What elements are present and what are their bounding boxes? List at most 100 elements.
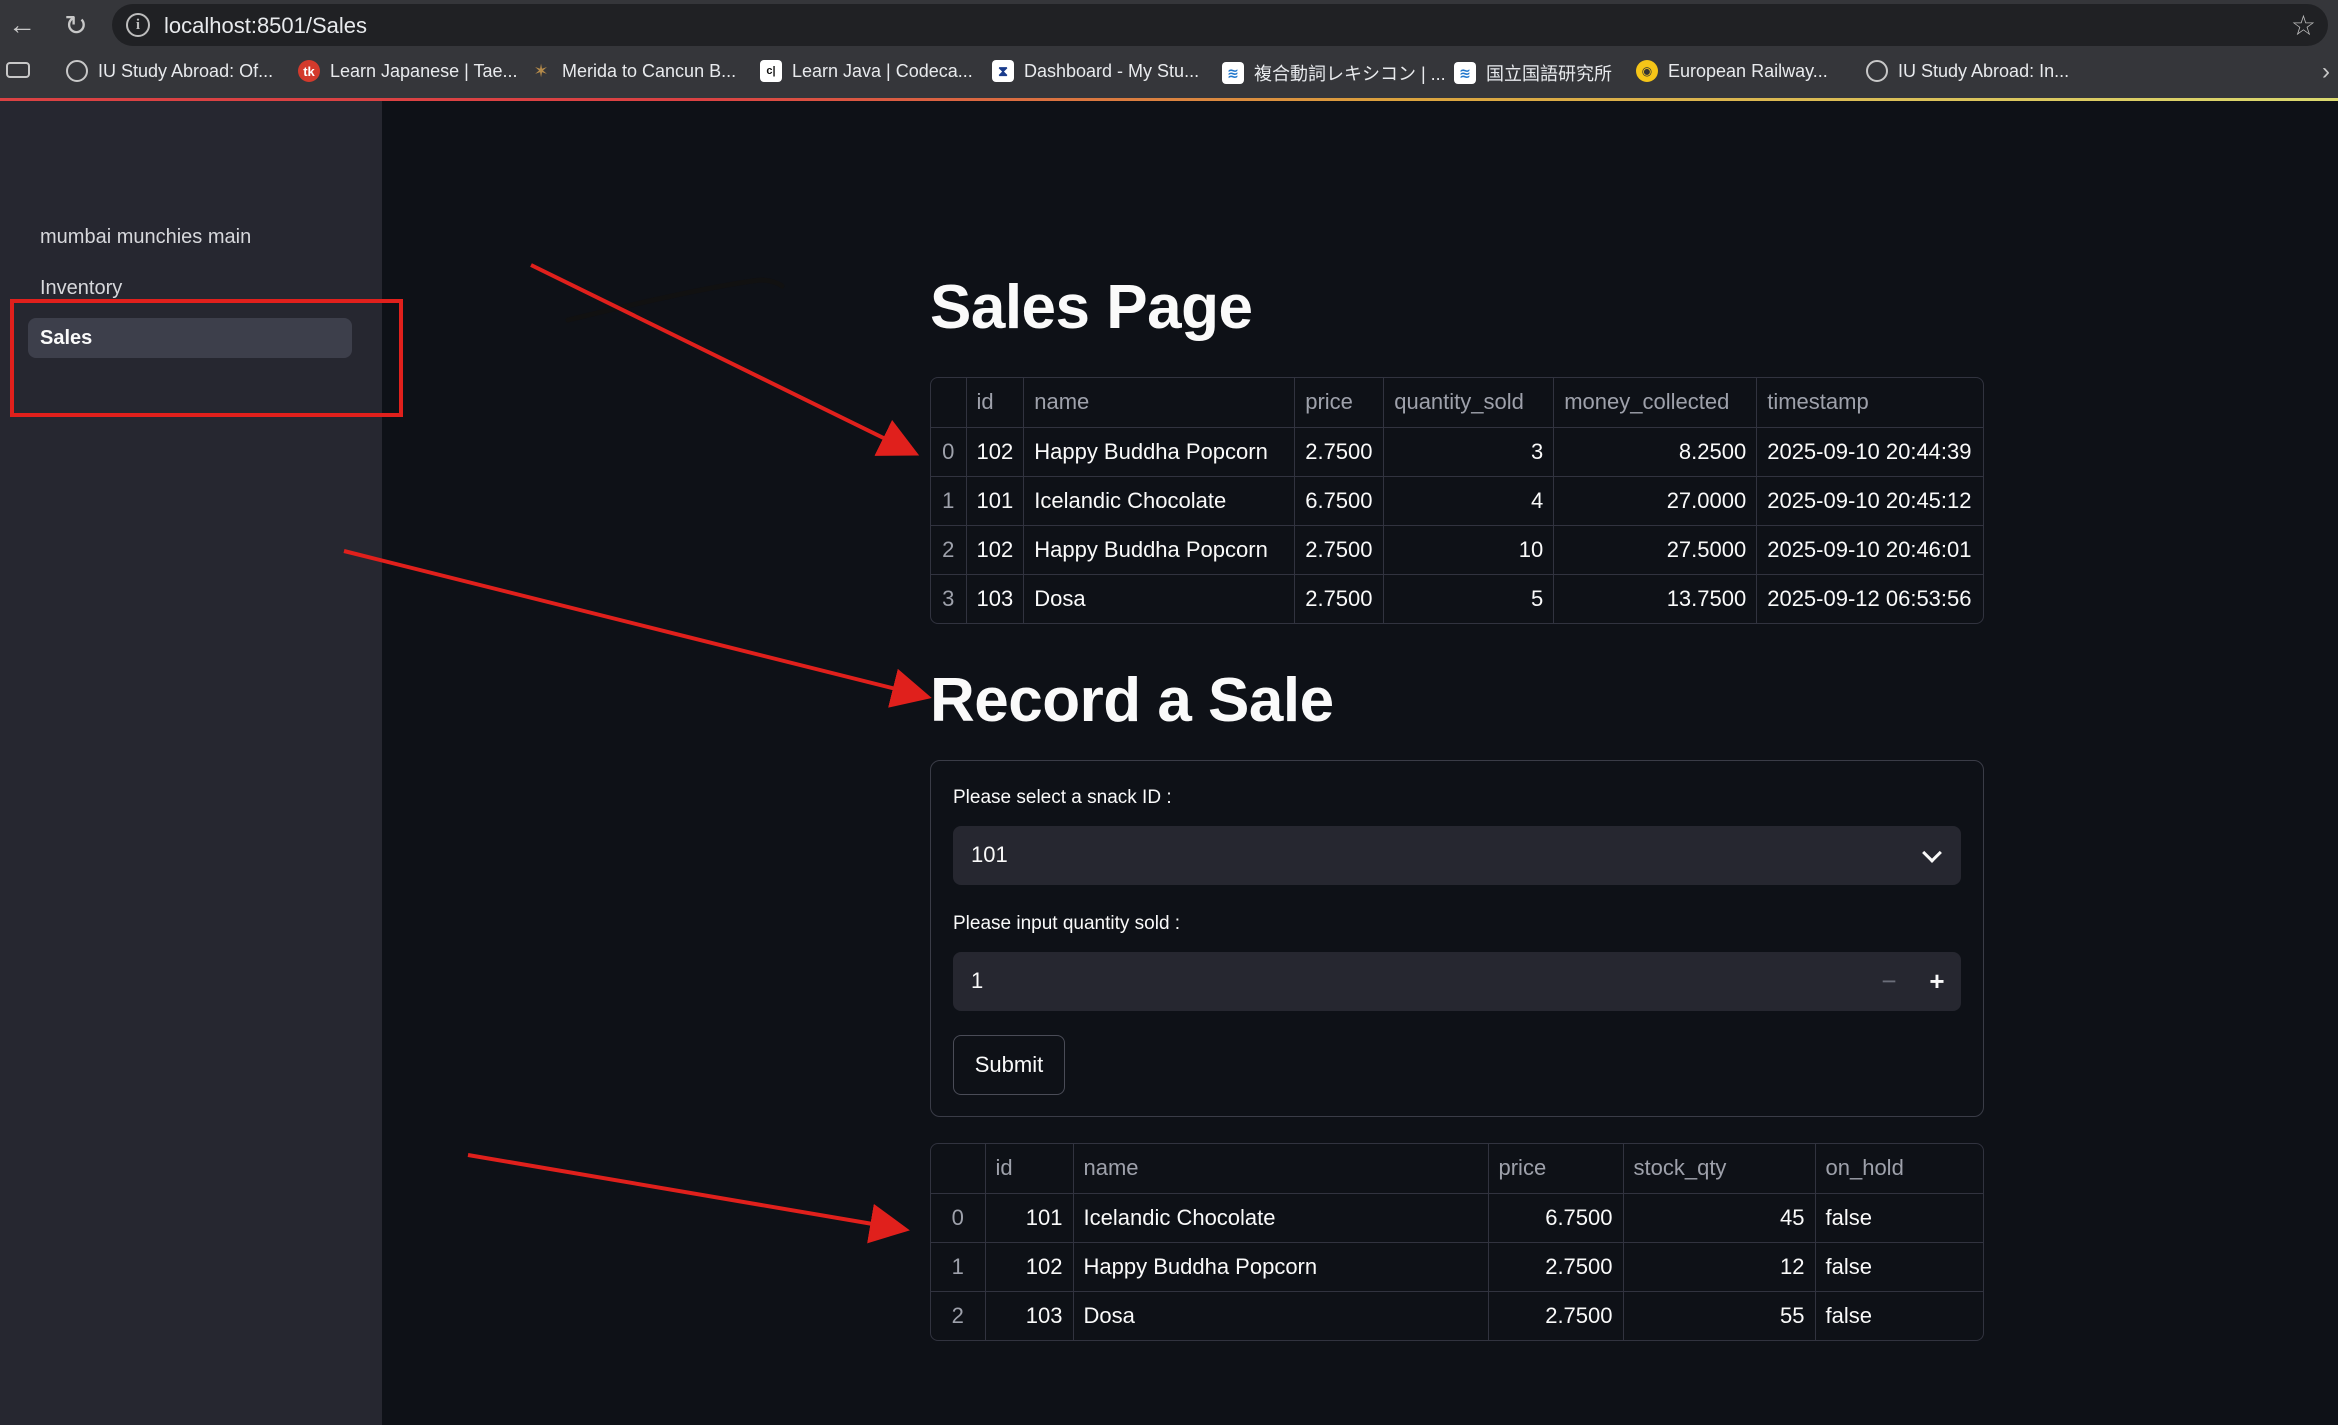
bookmark-item[interactable]: ≋ 国立国語研究所 bbox=[1454, 60, 1612, 86]
record-sale-form: Please select a snack ID : 101 Please in… bbox=[930, 760, 1984, 1117]
sidebar-item-main[interactable]: mumbai munchies main bbox=[28, 217, 352, 257]
table-cell[interactable]: 27.5000 bbox=[1553, 525, 1758, 575]
column-header bbox=[931, 1144, 986, 1194]
row-index: 2 bbox=[931, 1291, 986, 1340]
table-cell[interactable]: 2025-09-10 20:45:12 bbox=[1756, 476, 1983, 526]
row-index: 1 bbox=[931, 1242, 986, 1292]
row-index: 0 bbox=[931, 1193, 986, 1243]
bookmark-star-icon[interactable]: ☆ bbox=[2291, 9, 2316, 42]
table-cell[interactable]: 102 bbox=[966, 525, 1025, 575]
bookmark-item[interactable]: ⧗ Dashboard - My Stu... bbox=[992, 60, 1199, 82]
bookmark-item[interactable]: IU Study Abroad: Of... bbox=[66, 60, 273, 82]
column-header[interactable]: price bbox=[1294, 378, 1385, 428]
column-header[interactable]: name bbox=[1023, 378, 1296, 428]
bookmark-item[interactable]: ✶ Merida to Cancun B... bbox=[530, 60, 736, 82]
column-header[interactable]: stock_qty bbox=[1623, 1144, 1816, 1194]
table-cell[interactable]: Happy Buddha Popcorn bbox=[1073, 1242, 1489, 1292]
apps-icon[interactable] bbox=[6, 62, 30, 78]
table-cell[interactable]: 5 bbox=[1383, 574, 1555, 623]
site-info-icon[interactable]: i bbox=[126, 13, 150, 37]
table-cell[interactable]: 6.7500 bbox=[1294, 476, 1385, 526]
table-cell[interactable]: 6.7500 bbox=[1488, 1193, 1624, 1243]
url-text[interactable]: localhost:8501/Sales bbox=[164, 13, 367, 39]
browser-toolbar: ← ↻ i localhost:8501/Sales ☆ bbox=[0, 0, 2338, 50]
table-header-row: id name price quantity_sold money_collec… bbox=[931, 378, 1983, 428]
table-cell[interactable]: 103 bbox=[966, 574, 1025, 623]
quantity-stepper[interactable]: 1 − + bbox=[953, 952, 1961, 1011]
table-cell[interactable]: 2.7500 bbox=[1488, 1242, 1624, 1292]
table-cell[interactable]: 8.2500 bbox=[1553, 427, 1758, 477]
table-cell[interactable]: 13.7500 bbox=[1553, 574, 1758, 623]
row-index: 0 bbox=[931, 427, 967, 477]
table-cell[interactable]: Dosa bbox=[1023, 574, 1296, 623]
chevron-down-icon[interactable] bbox=[1922, 843, 1942, 863]
snack-id-select[interactable]: 101 bbox=[953, 826, 1961, 885]
bus-icon: ✶ bbox=[533, 60, 549, 81]
record-sale-heading: Record a Sale bbox=[930, 666, 1334, 735]
table-row: 0 101 Icelandic Chocolate 6.7500 45 fals… bbox=[931, 1193, 1983, 1243]
table-cell[interactable]: 12 bbox=[1623, 1242, 1816, 1292]
table-cell[interactable]: Icelandic Chocolate bbox=[1073, 1193, 1489, 1243]
table-cell[interactable]: 103 bbox=[985, 1291, 1074, 1340]
table-cell[interactable]: 2025-09-10 20:46:01 bbox=[1756, 525, 1983, 575]
table-row: 2 102 Happy Buddha Popcorn 2.7500 10 27.… bbox=[931, 525, 1983, 575]
table-cell[interactable]: 3 bbox=[1383, 427, 1555, 477]
submit-button[interactable]: Submit bbox=[953, 1035, 1065, 1095]
plus-icon[interactable]: + bbox=[1915, 960, 1959, 1003]
table-cell[interactable]: 2.7500 bbox=[1294, 525, 1385, 575]
quantity-label: Please input quantity sold : bbox=[953, 913, 1181, 934]
column-header[interactable]: name bbox=[1073, 1144, 1489, 1194]
row-index: 1 bbox=[931, 476, 967, 526]
bookmark-item[interactable]: tk Learn Japanese | Tae... bbox=[298, 60, 517, 82]
table-cell[interactable]: 45 bbox=[1623, 1193, 1816, 1243]
bookmark-item[interactable]: c| Learn Java | Codeca... bbox=[760, 60, 973, 82]
sidebar-item-sales[interactable]: Sales bbox=[28, 318, 352, 358]
table-cell[interactable]: false bbox=[1815, 1291, 1983, 1340]
column-header[interactable]: price bbox=[1488, 1144, 1624, 1194]
address-bar[interactable]: i localhost:8501/Sales ☆ bbox=[112, 4, 2328, 46]
column-header[interactable]: money_collected bbox=[1553, 378, 1758, 428]
table-cell[interactable]: 2.7500 bbox=[1488, 1291, 1624, 1340]
column-header[interactable]: id bbox=[966, 378, 1025, 428]
table-cell[interactable]: Dosa bbox=[1073, 1291, 1489, 1340]
column-header[interactable]: timestamp bbox=[1756, 378, 1983, 428]
reload-icon[interactable]: ↻ bbox=[58, 7, 94, 43]
table-cell[interactable]: 4 bbox=[1383, 476, 1555, 526]
table-cell[interactable]: Happy Buddha Popcorn bbox=[1023, 427, 1296, 477]
minus-icon[interactable]: − bbox=[1867, 960, 1911, 1003]
column-header[interactable]: id bbox=[985, 1144, 1074, 1194]
sales-table[interactable]: id name price quantity_sold money_collec… bbox=[930, 377, 1984, 624]
table-cell[interactable]: false bbox=[1815, 1193, 1983, 1243]
sidebar-item-inventory[interactable]: Inventory bbox=[28, 268, 352, 308]
table-row: 1 101 Icelandic Chocolate 6.7500 4 27.00… bbox=[931, 476, 1983, 526]
quantity-value[interactable]: 1 bbox=[971, 968, 983, 994]
table-cell[interactable]: 2025-09-10 20:44:39 bbox=[1756, 427, 1983, 477]
table-cell[interactable]: 101 bbox=[985, 1193, 1074, 1243]
bookmark-item[interactable]: ◉ European Railway... bbox=[1636, 60, 1828, 82]
table-cell[interactable]: 2.7500 bbox=[1294, 574, 1385, 623]
back-icon[interactable]: ← bbox=[4, 7, 40, 43]
table-cell[interactable]: 2025-09-12 06:53:56 bbox=[1757, 574, 1983, 623]
table-cell[interactable]: 101 bbox=[966, 476, 1025, 526]
chevron-right-icon[interactable]: › bbox=[2322, 58, 2330, 86]
bookmark-item[interactable]: IU Study Abroad: In... bbox=[1866, 60, 2069, 82]
table-cell[interactable]: Happy Buddha Popcorn bbox=[1023, 525, 1296, 575]
inventory-table[interactable]: id name price stock_qty on_hold 0 101 Ic… bbox=[930, 1143, 1984, 1341]
table-row: 2 103 Dosa 2.7500 55 false bbox=[931, 1291, 1983, 1340]
column-header[interactable]: on_hold bbox=[1815, 1144, 1983, 1194]
tk-icon: tk bbox=[298, 60, 320, 82]
table-cell[interactable]: 102 bbox=[985, 1242, 1074, 1292]
table-cell[interactable]: false bbox=[1815, 1242, 1983, 1292]
table-cell[interactable]: 55 bbox=[1623, 1291, 1816, 1340]
table-header-row: id name price stock_qty on_hold bbox=[931, 1144, 1983, 1194]
globe-icon bbox=[66, 60, 88, 82]
column-header bbox=[931, 378, 967, 428]
column-header[interactable]: quantity_sold bbox=[1383, 378, 1555, 428]
table-cell[interactable]: 10 bbox=[1383, 525, 1555, 575]
table-cell[interactable]: Icelandic Chocolate bbox=[1023, 476, 1296, 526]
table-cell[interactable]: 27.0000 bbox=[1553, 476, 1758, 526]
table-cell[interactable]: 2.7500 bbox=[1294, 427, 1385, 477]
bookmark-item[interactable]: ≋ 複合動詞レキシコン | ... bbox=[1222, 60, 1446, 86]
table-cell[interactable]: 102 bbox=[966, 427, 1025, 477]
lexicon-icon: ≋ bbox=[1222, 62, 1244, 84]
